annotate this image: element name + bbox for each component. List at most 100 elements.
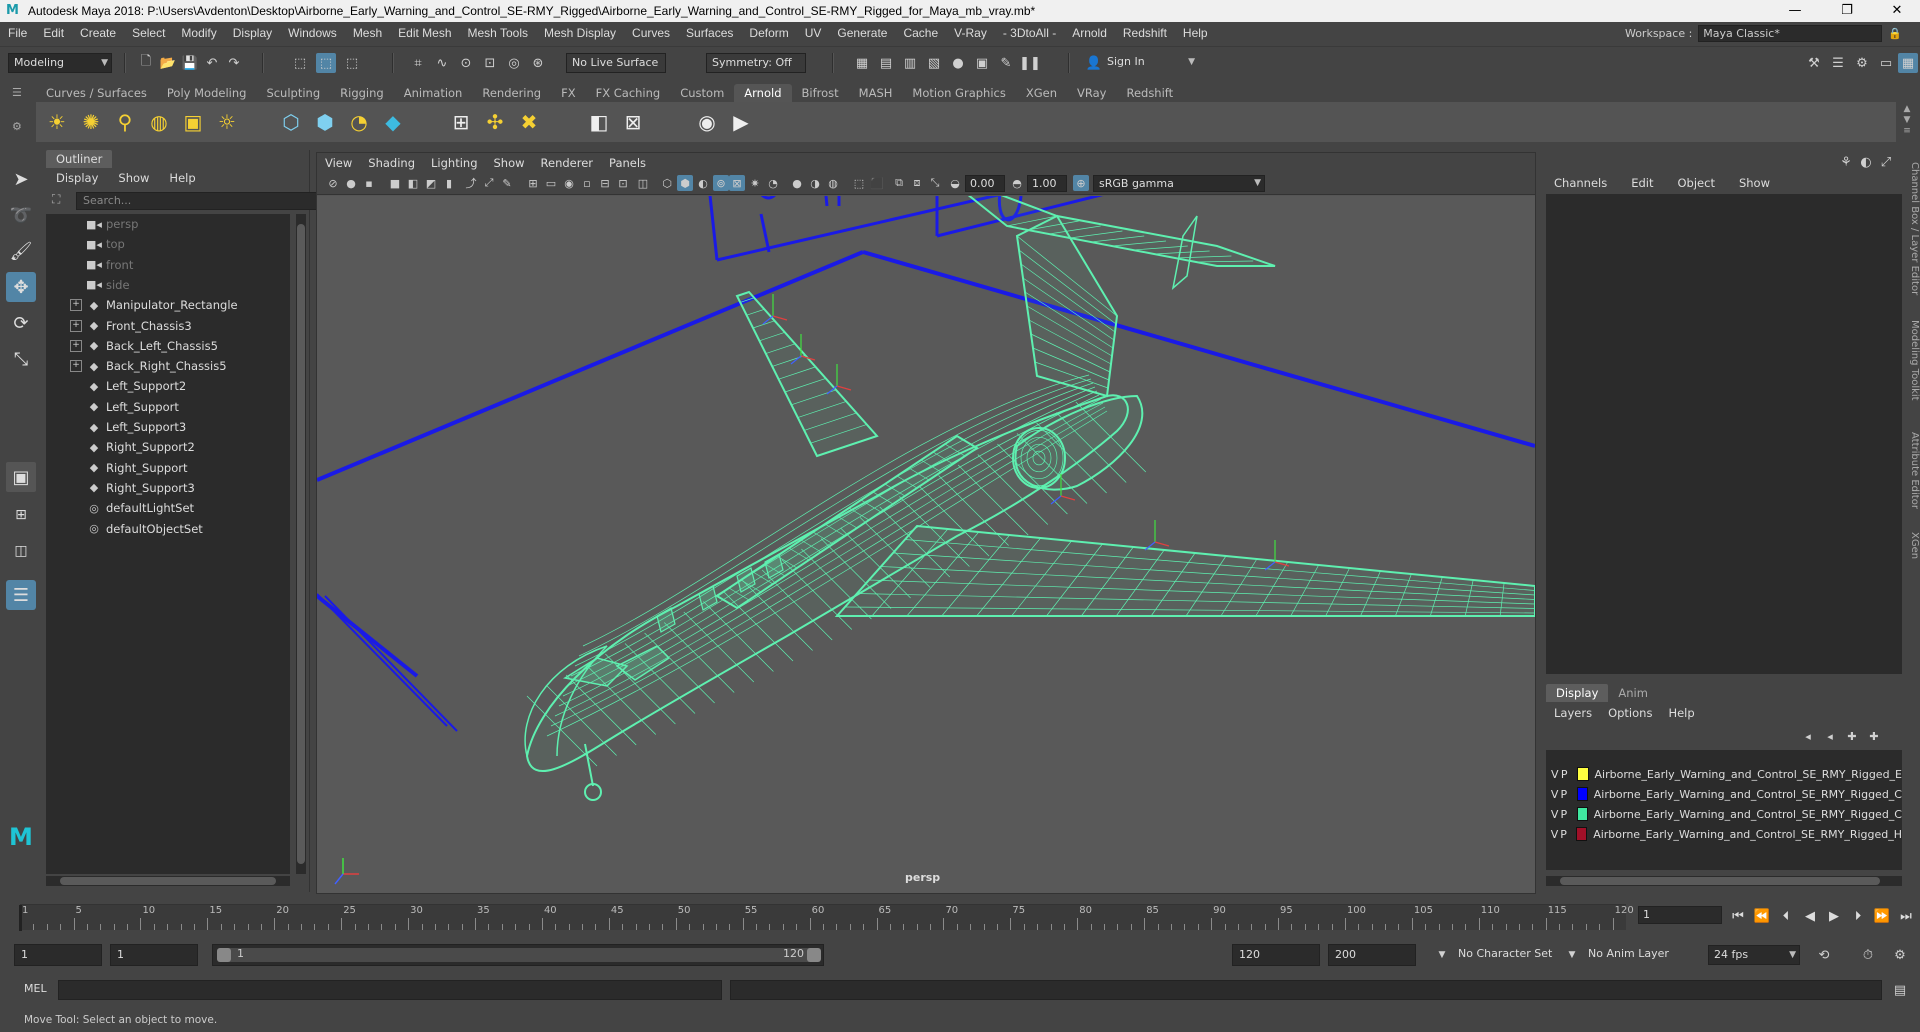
menu-item-3dtoall[interactable]: - 3DtoAll - bbox=[995, 26, 1064, 40]
xray-active-icon[interactable]: ⊠ bbox=[729, 175, 745, 191]
paint-select-tool-icon[interactable]: 🖌 bbox=[6, 236, 36, 266]
select-camera-icon[interactable]: ⬛ bbox=[869, 175, 885, 191]
new-scene-icon[interactable]: 🗋 bbox=[136, 53, 156, 73]
screen-space-ao-icon[interactable]: ⬡ bbox=[659, 175, 675, 191]
shelf-tab-mash[interactable]: MASH bbox=[849, 84, 903, 102]
channel-box-menu-edit[interactable]: Edit bbox=[1619, 172, 1665, 194]
playback-end-field[interactable]: 120 bbox=[1232, 944, 1320, 966]
current-frame-field[interactable]: 1 bbox=[1638, 906, 1722, 924]
outliner-item[interactable]: + ◆ Back_Right_Chassis5 bbox=[46, 356, 227, 376]
film-gate-icon[interactable]: ◧ bbox=[405, 175, 421, 191]
volume-icon[interactable]: ◔ bbox=[344, 108, 374, 136]
snap-point-icon[interactable]: ⊙ bbox=[456, 53, 476, 73]
area-light-icon[interactable]: ☀ bbox=[42, 108, 72, 136]
light-portal-icon[interactable]: ▣ bbox=[178, 108, 208, 136]
two-sided-lighting-icon[interactable]: ⧉ bbox=[891, 175, 907, 191]
layer-tab-display[interactable]: Display bbox=[1546, 684, 1609, 702]
menu-item-redshift[interactable]: Redshift bbox=[1115, 26, 1175, 40]
new-layer-from-selected-icon[interactable]: ✚ bbox=[1864, 726, 1884, 746]
expand-icon[interactable]: + bbox=[70, 299, 82, 312]
shelf-settings-icon[interactable]: ⚙ bbox=[12, 120, 28, 134]
minimize-button[interactable]: — bbox=[1772, 0, 1818, 22]
layer-menu-help[interactable]: Help bbox=[1660, 704, 1702, 722]
animation-preferences-icon[interactable]: ⚙ bbox=[1890, 945, 1910, 965]
light-editor-icon[interactable]: ✎ bbox=[996, 53, 1016, 73]
scrollbar-thumb[interactable] bbox=[1560, 877, 1880, 885]
layer-playback-toggle[interactable]: P bbox=[1559, 808, 1568, 821]
pause-viewport-icon[interactable]: ❚❚ bbox=[1019, 53, 1041, 73]
menu-item-edit[interactable]: Edit bbox=[35, 26, 72, 40]
shelf-scroll-icon[interactable]: ▲ ▼ ≡ bbox=[1900, 104, 1914, 140]
skydome-light-icon[interactable]: ◍ bbox=[144, 108, 174, 136]
ipr-render-icon[interactable]: ▥ bbox=[900, 53, 920, 73]
layer-menu-layers[interactable]: Layers bbox=[1546, 704, 1600, 722]
viewport-scene[interactable] bbox=[317, 196, 1535, 893]
layer-visibility-toggle[interactable]: V bbox=[1550, 828, 1559, 841]
camera-icon[interactable]: ■ bbox=[387, 175, 403, 191]
menu-item-mesh[interactable]: Mesh bbox=[345, 26, 390, 40]
menu-item-cache[interactable]: Cache bbox=[895, 26, 946, 40]
save-scene-icon[interactable]: 💾 bbox=[180, 53, 200, 73]
lock-icon[interactable]: 🔒 bbox=[1888, 27, 1902, 40]
menu-item-v-ray[interactable]: V-Ray bbox=[946, 26, 995, 40]
menu-item-deform[interactable]: Deform bbox=[741, 26, 796, 40]
select-tool-icon[interactable]: ➤ bbox=[6, 164, 36, 194]
filter-icon[interactable]: ⛶ bbox=[52, 192, 70, 210]
outliner-search-input[interactable]: Search...▼ bbox=[76, 192, 348, 210]
menu-item-generate[interactable]: Generate bbox=[829, 26, 895, 40]
outliner-item[interactable]: + ◆ Front_Chassis3 bbox=[46, 316, 192, 336]
layer-playback-toggle[interactable]: P bbox=[1559, 788, 1568, 801]
layer-color-swatch[interactable] bbox=[1576, 807, 1588, 821]
command-input[interactable] bbox=[58, 980, 722, 1000]
shelf-tab-poly-modeling[interactable]: Poly Modeling bbox=[157, 84, 257, 102]
step-back-key-icon[interactable]: ⏪ bbox=[1752, 906, 1772, 926]
outliner-item[interactable]: ◆ Right_Support3 bbox=[46, 478, 195, 498]
menu-item-help[interactable]: Help bbox=[1175, 26, 1216, 40]
close-button[interactable]: ✕ bbox=[1874, 0, 1920, 22]
tool-settings-icon[interactable]: ⚙ bbox=[1852, 53, 1872, 73]
shelf-tab-sculpting[interactable]: Sculpting bbox=[256, 84, 330, 102]
render-sequence-icon[interactable]: ⊠ bbox=[618, 108, 648, 136]
export-standin-icon[interactable]: ⬢ bbox=[310, 108, 340, 136]
shelf-tab-rendering[interactable]: Rendering bbox=[472, 84, 551, 102]
expand-icon[interactable]: + bbox=[70, 319, 82, 332]
render-view-icon[interactable]: ▦ bbox=[852, 53, 872, 73]
move-layer-down-icon[interactable]: ◂ bbox=[1820, 726, 1840, 746]
resolution-gate-icon[interactable]: ◩ bbox=[423, 175, 439, 191]
create-cube-icon[interactable]: ◆ bbox=[378, 108, 408, 136]
script-editor-icon[interactable]: ▤ bbox=[1890, 980, 1910, 1000]
outliner-item[interactable]: ■◂ persp bbox=[46, 214, 138, 234]
scrollbar-thumb[interactable] bbox=[297, 224, 305, 864]
shelf-tab-fx-caching[interactable]: FX Caching bbox=[586, 84, 671, 102]
shelf-tab-rigging[interactable]: Rigging bbox=[330, 84, 394, 102]
chevron-down-icon[interactable]: ▼ bbox=[1562, 945, 1582, 965]
field-chart-icon[interactable]: ⤴ bbox=[463, 175, 479, 191]
xray-joints-icon[interactable]: ⊚ bbox=[713, 175, 729, 191]
sign-in-button[interactable]: Sign In ▼ bbox=[1102, 53, 1198, 73]
shelf-tab-curves-surfaces[interactable]: Curves / Surfaces bbox=[36, 84, 157, 102]
move-layer-up-icon[interactable]: ◂ bbox=[1798, 726, 1818, 746]
snap-grid-icon[interactable]: ⌗ bbox=[408, 53, 428, 73]
range-end-handle[interactable] bbox=[807, 948, 821, 962]
arnold-render-view-icon[interactable]: ◉ bbox=[692, 108, 722, 136]
viewport-menu-lighting[interactable]: Lighting bbox=[423, 153, 485, 173]
attribute-icon[interactable]: ⤢ bbox=[1876, 152, 1896, 172]
flush-skydome-icon[interactable]: ✖ bbox=[514, 108, 544, 136]
display-layer-row[interactable]: V P Airborne_Early_Warning_and_Control_SE_… bbox=[1546, 784, 1902, 804]
chevron-down-icon[interactable]: ▼ bbox=[1432, 945, 1452, 965]
snap-curve-icon[interactable]: ∿ bbox=[432, 53, 452, 73]
gamma-icon[interactable]: ◓ bbox=[1009, 175, 1025, 191]
physical-sky-icon[interactable]: ☼ bbox=[212, 108, 242, 136]
undo-icon[interactable]: ↶ bbox=[202, 53, 222, 73]
side-tab-xgen[interactable]: XGen bbox=[1904, 532, 1920, 559]
camera-attributes-icon[interactable]: ⊘ bbox=[325, 175, 341, 191]
anim-layer-dropdown[interactable]: No Anim Layer bbox=[1582, 944, 1686, 966]
layer-color-swatch[interactable] bbox=[1577, 767, 1589, 781]
channel-box-toggle-icon[interactable]: ▦ bbox=[1898, 53, 1918, 73]
layer-color-swatch[interactable] bbox=[1576, 787, 1588, 801]
expand-icon[interactable]: + bbox=[70, 360, 82, 373]
shelf-tab-xgen[interactable]: XGen bbox=[1016, 84, 1067, 102]
shelf-tab-fx[interactable]: FX bbox=[551, 84, 586, 102]
textured-icon[interactable]: ⊟ bbox=[597, 175, 613, 191]
menu-item-curves[interactable]: Curves bbox=[624, 26, 678, 40]
